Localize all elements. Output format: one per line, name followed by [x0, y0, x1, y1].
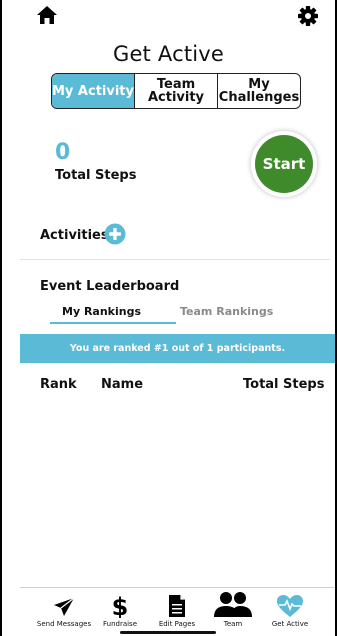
section-divider: [20, 259, 330, 260]
nav-send-messages[interactable]: Send Messages: [36, 588, 92, 634]
nav-edit-pages[interactable]: Edit Pages: [154, 588, 200, 634]
tab-my-activity[interactable]: My Activity: [52, 74, 134, 108]
total-steps-count: 0: [55, 140, 71, 165]
activity-tabs: My Activity Team Activity My Challenges: [51, 73, 301, 109]
svg-text:$: $: [112, 593, 128, 618]
start-button[interactable]: Start: [255, 135, 313, 193]
rank-banner: You are ranked #1 out of 1 participants.: [20, 334, 335, 363]
nav-label: Edit Pages: [158, 620, 196, 628]
nav-team[interactable]: Team: [210, 588, 256, 634]
nav-label: Fundraise: [102, 620, 138, 628]
top-bar: [0, 0, 337, 36]
column-header-total-steps: Total Steps: [243, 377, 325, 392]
tab-my-challenges[interactable]: My Challenges: [217, 74, 300, 108]
column-header-rank: Rank: [40, 377, 77, 392]
dollar-icon: $: [112, 588, 128, 618]
page-title: Get Active: [112, 42, 225, 66]
home-indicator[interactable]: [120, 631, 216, 634]
bottom-nav: Send Messages $ Fundraise Edit Pages Tea…: [0, 588, 337, 636]
activities-label: Activities: [40, 228, 109, 243]
plus-circle-icon[interactable]: [104, 223, 126, 245]
tab-team-activity[interactable]: Team Activity: [134, 74, 217, 108]
active-tab-underline: [50, 322, 176, 324]
people-icon: [211, 588, 255, 618]
paper-plane-icon: [52, 588, 76, 618]
nav-label: Send Messages: [36, 620, 92, 628]
leaderboard-title: Event Leaderboard: [40, 279, 180, 294]
tab-my-rankings[interactable]: My Rankings: [62, 305, 174, 323]
nav-label: Get Active: [271, 620, 309, 628]
column-header-name: Name: [101, 377, 144, 392]
nav-label: Team: [223, 620, 243, 628]
home-icon[interactable]: [36, 4, 58, 26]
nav-get-active[interactable]: Get Active: [268, 588, 312, 634]
heart-pulse-icon: [276, 588, 304, 618]
document-icon: [168, 588, 186, 618]
tab-team-rankings[interactable]: Team Rankings: [180, 305, 273, 323]
total-steps-label: Total Steps: [55, 168, 137, 183]
gear-icon[interactable]: [297, 5, 319, 27]
nav-fundraise[interactable]: $ Fundraise: [100, 588, 140, 634]
